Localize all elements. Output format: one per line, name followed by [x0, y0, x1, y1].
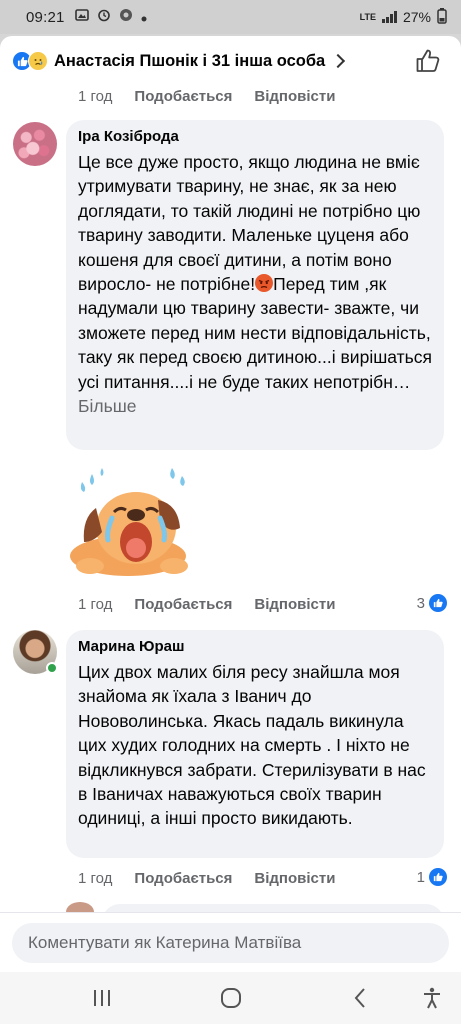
comment-text: Це все дуже просто, якщо людина не вміє …	[78, 150, 432, 418]
home-icon[interactable]	[219, 986, 243, 1010]
system-status: LTE 27%	[359, 7, 447, 27]
reactors-title[interactable]: Анастасія Пшонік і 31 інша особа	[54, 52, 325, 71]
reactions-header[interactable]: Анастасія Пшонік і 31 інша особа	[0, 36, 461, 86]
reaction-count: 3	[416, 594, 425, 612]
status-bar: 09:21 LTE 27%	[0, 0, 461, 34]
like-outline-icon[interactable]	[415, 48, 441, 74]
alarm-icon	[97, 8, 111, 26]
comment-time: 1 год	[78, 88, 113, 105]
comment-actions: 1 год Подобається Відповісти	[78, 870, 335, 887]
chevron-right-icon	[331, 53, 346, 69]
reply-button[interactable]: Відповісти	[254, 870, 335, 887]
crying-dog-sticker[interactable]	[66, 460, 196, 582]
comment-composer: Коментувати як Катерина Матвіїва	[0, 912, 461, 972]
comment-input[interactable]: Коментувати як Катерина Матвіїва	[12, 923, 449, 963]
avatar[interactable]	[13, 122, 57, 166]
angry-emoji-icon	[255, 274, 274, 293]
image-notification-icon	[74, 8, 89, 26]
comment-bubble[interactable]: Марина Юраш Цих двох малих біля ресу зна…	[66, 630, 444, 858]
back-icon[interactable]	[348, 986, 372, 1010]
recent-apps-icon[interactable]	[90, 986, 114, 1010]
avatar[interactable]	[66, 902, 94, 912]
comment-bubble[interactable]: Іра Козіброда Це все дуже просто, якщо л…	[66, 120, 444, 450]
notification-icons	[74, 8, 147, 26]
comment-text-part: Це все дуже просто, якщо людина не вміє …	[78, 152, 421, 295]
comment-bubble[interactable]	[102, 904, 444, 912]
comment-author[interactable]: Марина Юраш	[78, 638, 432, 655]
comments-sheet: Анастасія Пшонік і 31 інша особа 1 год П…	[0, 36, 461, 912]
comment-time: 1 год	[78, 596, 113, 613]
reaction-count: 1	[416, 868, 425, 886]
battery-label: 27%	[402, 9, 431, 25]
like-button[interactable]: Подобається	[134, 596, 232, 613]
previous-comment-actions: 1 год Подобається Відповісти	[78, 88, 335, 105]
comment-reaction-count[interactable]: 1	[417, 868, 447, 886]
online-status-indicator	[46, 662, 58, 674]
like-button[interactable]: Подобається	[134, 88, 232, 105]
signal-icon	[381, 11, 397, 23]
comment-time: 1 год	[78, 870, 113, 887]
battery-icon	[437, 7, 447, 27]
comment-author[interactable]: Іра Козіброда	[78, 128, 432, 145]
comment-reaction-count[interactable]: 3	[417, 594, 447, 612]
reactions-summary	[12, 51, 48, 71]
comment-actions: 1 год Подобається Відповісти	[78, 596, 335, 613]
like-reaction-icon	[429, 594, 447, 612]
system-navigation-bar	[0, 972, 461, 1024]
like-reaction-icon	[429, 868, 447, 886]
network-label: LTE	[359, 12, 376, 22]
reply-button[interactable]: Відповісти	[254, 596, 335, 613]
sad-reaction-icon	[28, 51, 48, 71]
status-time: 09:21	[26, 8, 65, 26]
see-more-link[interactable]: Більше	[78, 396, 136, 416]
reply-button[interactable]: Відповісти	[254, 88, 335, 105]
accessibility-icon[interactable]	[420, 986, 444, 1010]
like-button[interactable]: Подобається	[134, 870, 232, 887]
chrome-icon	[119, 8, 133, 26]
comment-text: Цих двох малих біля ресу знайшла моя зна…	[78, 662, 426, 829]
dot-icon	[141, 9, 147, 26]
